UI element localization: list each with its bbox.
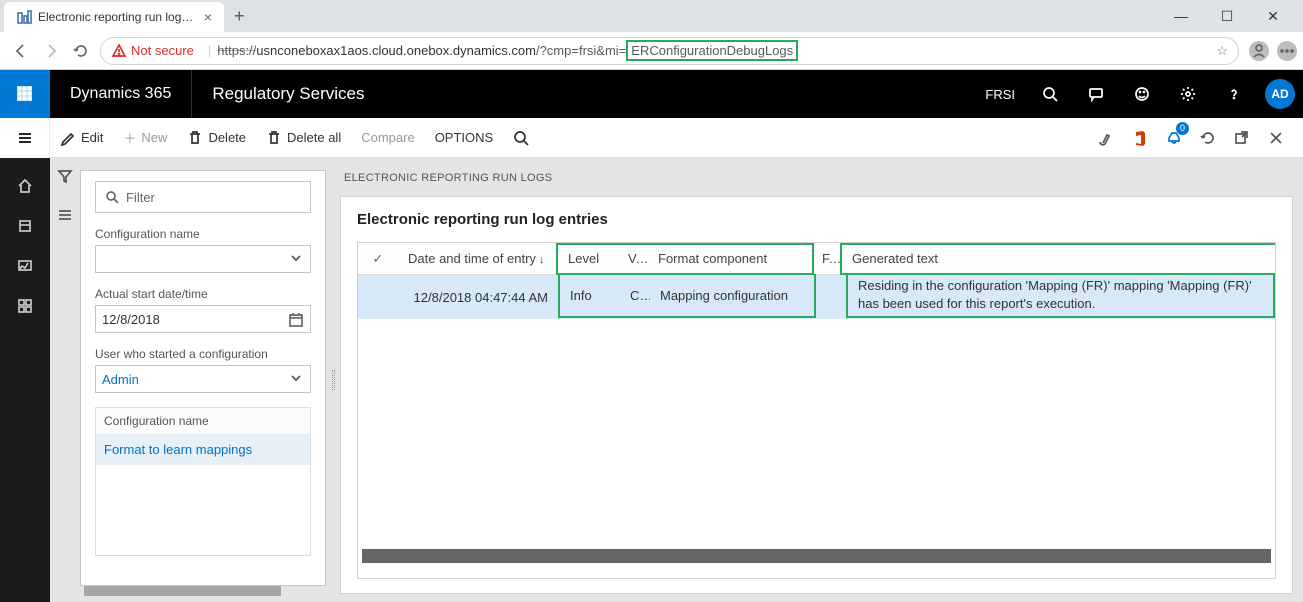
col-v[interactable]: V...: [618, 251, 648, 266]
notification-icon[interactable]: [1157, 118, 1191, 158]
office-icon[interactable]: [1123, 118, 1157, 158]
help-icon[interactable]: [1211, 70, 1257, 118]
filter-panel-wrapper: Filter Configuration name Actual start d…: [80, 158, 330, 602]
hamburger-icon[interactable]: [0, 118, 50, 158]
user-avatar-browser[interactable]: [1249, 41, 1269, 61]
user-avatar[interactable]: AD: [1257, 70, 1303, 118]
nav-recent-icon[interactable]: [0, 206, 50, 246]
toolbar-search-icon[interactable]: [503, 118, 544, 157]
col-f[interactable]: F...: [812, 251, 842, 266]
nav-back-icon[interactable]: [6, 36, 36, 66]
grid-h-scrollbar[interactable]: [362, 549, 1271, 563]
url-bar: Not secure | https://usnconeboxax1aos.cl…: [0, 32, 1303, 70]
config-name-select[interactable]: [95, 245, 311, 273]
url-host: usnconeboxax1aos.cloud.onebox.dynamics.c…: [256, 43, 536, 58]
date-label: Actual start date/time: [95, 287, 311, 301]
user-label: User who started a configuration: [95, 347, 311, 361]
options-button[interactable]: OPTIONS: [425, 118, 504, 157]
row-date: 12/8/2018 04:47:44 AM: [398, 290, 558, 305]
sublist-header: Configuration name: [96, 408, 310, 434]
grid: ✓ Date and time of entry↓ Level V... For…: [357, 242, 1276, 579]
gear-icon[interactable]: [1165, 70, 1211, 118]
star-icon[interactable]: ☆: [1216, 43, 1228, 59]
delete-all-button[interactable]: Delete all: [256, 118, 351, 157]
action-toolbar: Edit ＋New Delete Delete all Compare OPTI…: [0, 118, 1303, 158]
col-level[interactable]: Level: [558, 251, 618, 266]
window-controls: — ☐ ✕: [1161, 2, 1299, 30]
new-tab-button[interactable]: +: [224, 6, 255, 27]
url-input[interactable]: Not secure | https://usnconeboxax1aos.cl…: [100, 37, 1239, 65]
tab-close-icon[interactable]: ×: [204, 9, 212, 25]
nav-modules-icon[interactable]: [0, 286, 50, 326]
attach-icon[interactable]: [1089, 118, 1123, 158]
date-input[interactable]: 12/8/2018: [95, 305, 311, 333]
nav-workspaces-icon[interactable]: [0, 246, 50, 286]
col-component[interactable]: Format component: [648, 251, 812, 266]
config-name-label: Configuration name: [95, 227, 311, 241]
edit-button[interactable]: Edit: [50, 118, 113, 157]
new-button[interactable]: ＋New: [113, 118, 177, 157]
content-area: ELECTRONIC REPORTING RUN LOGS Electronic…: [336, 158, 1303, 602]
app-header: Dynamics 365 Regulatory Services FRSI AD: [0, 70, 1303, 118]
refresh-icon[interactable]: [1191, 118, 1225, 158]
security-warning: Not secure: [111, 43, 194, 59]
browser-right-icons: [1249, 41, 1297, 61]
breadcrumb: ELECTRONIC REPORTING RUN LOGS: [340, 166, 1293, 196]
col-text[interactable]: Generated text: [842, 250, 1275, 268]
col-select[interactable]: ✓: [358, 251, 398, 267]
nav-reload-icon[interactable]: [66, 36, 96, 66]
card: Electronic reporting run log entries ✓ D…: [340, 196, 1293, 594]
nav-forward-icon[interactable]: [36, 36, 66, 66]
config-sublist: Configuration name Format to learn mappi…: [95, 407, 311, 556]
user-select[interactable]: Admin: [95, 365, 311, 393]
browser-tab[interactable]: Electronic reporting run logs -- R... ×: [4, 2, 224, 32]
col-date[interactable]: Date and time of entry↓: [398, 251, 558, 266]
window-close[interactable]: ✕: [1253, 2, 1293, 30]
left-nav-rail: [0, 158, 50, 602]
grid-header: ✓ Date and time of entry↓ Level V... For…: [358, 243, 1275, 275]
url-protocol: https://: [217, 43, 256, 58]
row-component: Mapping configuration: [650, 288, 814, 303]
company-picker[interactable]: FRSI: [973, 70, 1027, 118]
window-minimize[interactable]: —: [1161, 2, 1201, 30]
row-v: C...: [620, 288, 650, 303]
table-row[interactable]: 12/8/2018 04:47:44 AM Info C... Mapping …: [358, 275, 1275, 319]
search-icon[interactable]: [1027, 70, 1073, 118]
browser-tab-bar: Electronic reporting run logs -- R... × …: [0, 0, 1303, 32]
row-text: Residing in the configuration 'Mapping (…: [848, 277, 1273, 312]
nav-home-icon[interactable]: [0, 166, 50, 206]
delete-button[interactable]: Delete: [177, 118, 256, 157]
window-maximize[interactable]: ☐: [1207, 2, 1247, 30]
service-name[interactable]: Regulatory Services: [192, 70, 384, 118]
tab-title: Electronic reporting run logs -- R...: [38, 10, 196, 24]
calendar-icon[interactable]: [288, 312, 304, 331]
funnel-icon[interactable]: [57, 168, 73, 189]
sublist-item[interactable]: Format to learn mappings: [96, 434, 310, 465]
product-name[interactable]: Dynamics 365: [50, 70, 192, 118]
filter-search-input[interactable]: Filter: [95, 181, 311, 213]
chat-icon[interactable]: [1073, 70, 1119, 118]
card-title: Electronic reporting run log entries: [357, 211, 1276, 228]
filter-strip: [50, 158, 80, 602]
smile-icon[interactable]: [1119, 70, 1165, 118]
close-form-icon[interactable]: [1259, 118, 1293, 158]
sort-arrow-icon: ↓: [539, 254, 545, 266]
tab-site-icon: [16, 10, 30, 24]
url-highlight: ERConfigurationDebugLogs: [626, 40, 798, 61]
url-query: /?cmp=frsi&mi=: [536, 43, 626, 58]
list-icon[interactable]: [57, 207, 73, 228]
browser-menu-icon[interactable]: [1277, 41, 1297, 61]
row-level: Info: [560, 288, 620, 303]
app-launcher-icon[interactable]: [0, 70, 50, 118]
filter-panel: Filter Configuration name Actual start d…: [80, 170, 326, 586]
compare-button[interactable]: Compare: [351, 118, 424, 157]
popout-icon[interactable]: [1225, 118, 1259, 158]
filter-panel-scrollbar[interactable]: [84, 586, 281, 596]
